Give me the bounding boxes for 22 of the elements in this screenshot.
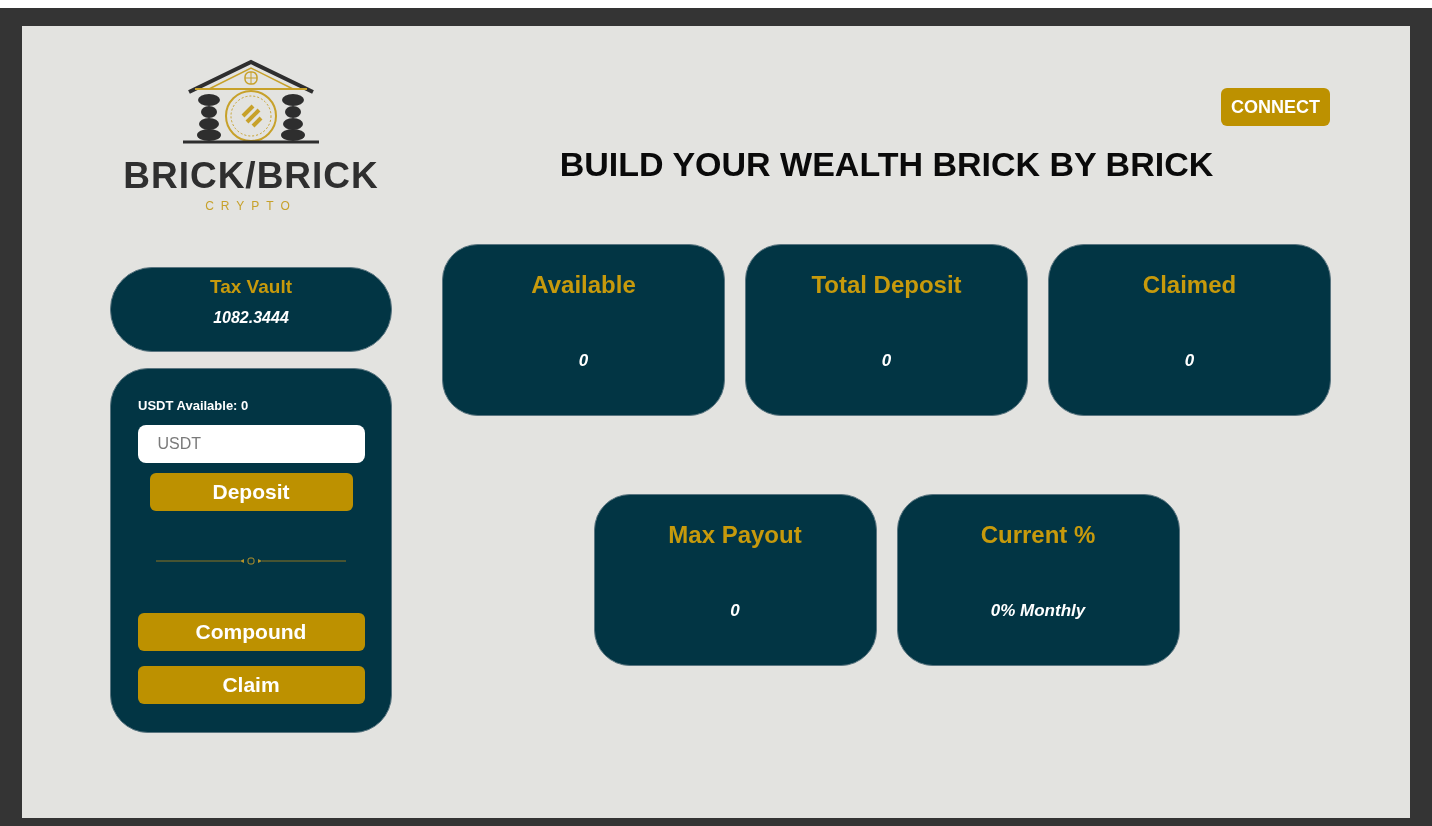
card-label: Claimed xyxy=(1142,271,1237,299)
connect-button[interactable]: CONNECT xyxy=(1221,88,1330,126)
card-value: 0% Monthly xyxy=(990,601,1086,621)
card-label: Tax Vault xyxy=(210,276,292,298)
logo-tagline: CRYPTO xyxy=(205,198,297,214)
card-label: Total Deposit xyxy=(811,271,962,299)
balance-text: USDT Available: 0 xyxy=(138,398,249,414)
card-value: 0 xyxy=(881,351,892,371)
card-value: 0 xyxy=(578,351,589,371)
headline: BUILD YOUR WEALTH BRICK BY BRICK xyxy=(558,144,1215,184)
card-label: Available xyxy=(531,271,636,299)
card-value: 0 xyxy=(730,601,740,621)
amount-input-field[interactable]: USDT xyxy=(137,425,365,463)
card-label: Current % xyxy=(980,521,1096,549)
card-label: Max Payout xyxy=(668,521,802,549)
ornament-divider-icon xyxy=(156,557,346,565)
card-value: 1082.3444 xyxy=(213,308,289,328)
claim-button[interactable]: Claim xyxy=(137,666,365,704)
compound-button[interactable]: Compound xyxy=(137,613,365,651)
card-value: 0 xyxy=(1184,351,1195,371)
deposit-button[interactable]: Deposit xyxy=(149,473,353,511)
logo-wordmark: BRICK/BRICK xyxy=(123,154,379,198)
